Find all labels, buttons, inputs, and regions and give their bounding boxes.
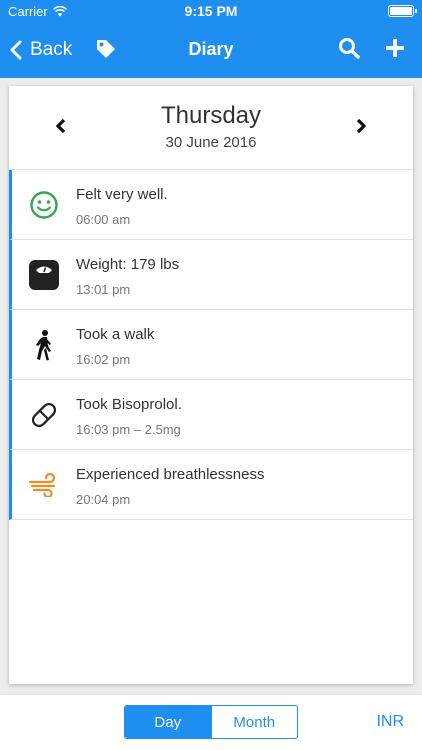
search-icon bbox=[339, 38, 360, 59]
entry-time: 13:01 pm bbox=[76, 282, 131, 297]
list-item[interactable]: Experienced breathlessness 20:04 pm bbox=[9, 450, 413, 520]
entry-title: Weight: 179 lbs bbox=[76, 256, 180, 273]
entry-time: 06:00 am bbox=[76, 212, 131, 227]
status-bar: Carrier 9:15 PM bbox=[0, 0, 422, 22]
next-day-button[interactable] bbox=[351, 116, 371, 136]
entry-title: Took a walk bbox=[76, 326, 155, 343]
entry-list: Felt very well. 06:00 am Weight: 179 lbs… bbox=[9, 170, 413, 520]
diary-card: Thursday 30 June 2016 Felt very well. 06… bbox=[9, 86, 413, 684]
wind-icon bbox=[28, 473, 56, 497]
list-item[interactable]: Took a walk 16:02 pm bbox=[9, 310, 413, 380]
app-header: Carrier 9:15 PM Back Diary bbox=[0, 0, 422, 78]
walking-icon bbox=[36, 330, 51, 361]
day-date: 30 June 2016 bbox=[165, 134, 257, 151]
entry-time: 16:02 pm bbox=[76, 352, 131, 367]
view-mode-segmented-control: Day Month bbox=[124, 705, 298, 739]
plus-icon bbox=[386, 39, 404, 57]
smiley-icon bbox=[30, 191, 58, 219]
add-button[interactable] bbox=[384, 37, 406, 59]
nav-bar: Back Diary bbox=[0, 22, 422, 78]
scale-icon bbox=[29, 260, 59, 290]
battery-icon bbox=[388, 5, 417, 17]
chevron-right-icon bbox=[356, 118, 367, 134]
entry-title: Felt very well. bbox=[76, 186, 168, 203]
status-time: 9:15 PM bbox=[184, 3, 238, 19]
month-tab[interactable]: Month bbox=[210, 706, 297, 738]
bottom-toolbar: Day Month INR bbox=[0, 694, 422, 750]
list-item[interactable]: Took Bisoprolol. 16:03 pm – 2.5mg bbox=[9, 380, 413, 450]
list-item[interactable]: Weight: 179 lbs 13:01 pm bbox=[9, 240, 413, 310]
pill-icon bbox=[31, 402, 57, 428]
entry-title: Took Bisoprolol. bbox=[76, 396, 182, 413]
entry-title: Experienced breathlessness bbox=[76, 466, 265, 483]
entry-time: 20:04 pm bbox=[76, 492, 131, 507]
inr-button[interactable]: INR bbox=[376, 713, 404, 731]
date-header: Thursday 30 June 2016 bbox=[9, 86, 413, 170]
list-item[interactable]: Felt very well. 06:00 am bbox=[9, 170, 413, 240]
entry-time: 16:03 pm – 2.5mg bbox=[76, 422, 181, 437]
day-tab[interactable]: Day bbox=[125, 706, 211, 738]
search-button[interactable] bbox=[338, 37, 360, 59]
